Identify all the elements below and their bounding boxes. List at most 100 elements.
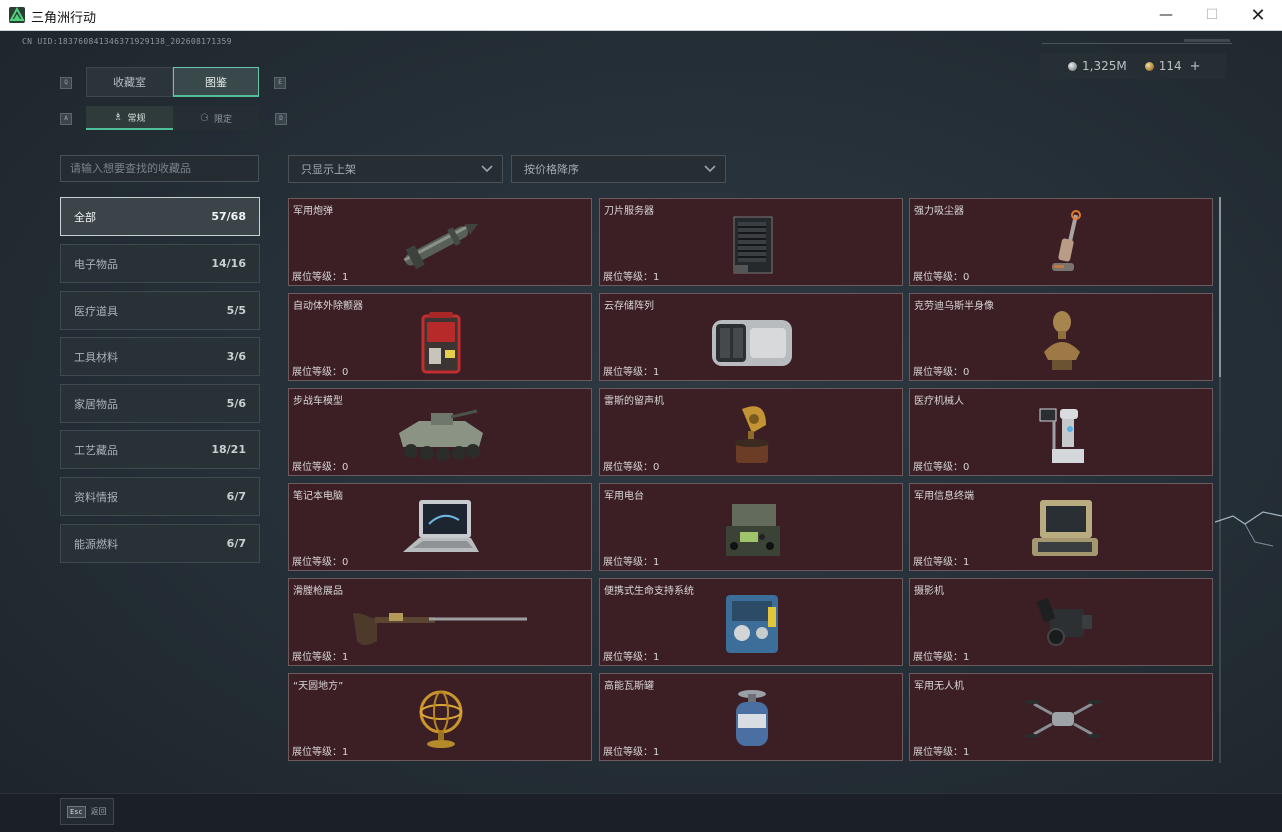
category-medical[interactable]: 医疗道具 5/5 xyxy=(60,291,260,330)
category-count: 6/7 xyxy=(226,490,246,503)
item-name: 自动体外除颤器 xyxy=(293,301,363,312)
category-count: 14/16 xyxy=(211,257,246,270)
item-card[interactable]: 军用无人机 展位等级：1 xyxy=(909,673,1213,761)
item-name: 医疗机械人 xyxy=(914,396,964,407)
category-crafts[interactable]: 工艺藏品 18/21 xyxy=(60,430,260,469)
gold-amount: 114 xyxy=(1158,59,1182,73)
item-name: 便携式生命支持系统 xyxy=(604,586,694,597)
item-card[interactable]: 高能瓦斯罐 展位等级：1 xyxy=(599,673,903,761)
item-name: 刀片服务器 xyxy=(604,206,654,217)
grid-scrollbar-thumb[interactable] xyxy=(1219,197,1221,377)
collection-screen: CN UID:18376084134637192913​8_2026081713… xyxy=(0,31,1282,832)
item-name: 高能瓦斯罐 xyxy=(604,681,654,692)
life-support-icon xyxy=(704,589,798,659)
vacuum-icon xyxy=(1014,209,1108,279)
window-title: 三角洲行动 xyxy=(31,11,97,26)
category-label: 医疗道具 xyxy=(74,304,118,318)
category-count: 5/6 xyxy=(226,397,246,410)
item-card[interactable]: 军用炮弹 展位等级：1 xyxy=(288,198,592,286)
item-card[interactable]: 军用电台 展位等级：1 xyxy=(599,483,903,571)
key-hint-a: A xyxy=(60,113,72,125)
item-card[interactable]: 刀片服务器 展位等级：1 xyxy=(599,198,903,286)
item-level: 展位等级：1 xyxy=(913,747,970,758)
bust-icon xyxy=(1014,304,1108,374)
category-count: 57/68 xyxy=(211,210,246,223)
item-name: 军用无人机 xyxy=(914,681,964,692)
defibrillator-icon xyxy=(393,304,487,374)
item-level: 展位等级：0 xyxy=(292,462,349,473)
header-divider xyxy=(1042,43,1232,44)
key-hint-q: Q xyxy=(60,77,72,89)
category-count: 5/5 xyxy=(226,304,246,317)
window-titlebar: 三角洲行动 — ☐ ✕ xyxy=(0,0,1282,31)
category-tools[interactable]: 工具材料 3/6 xyxy=(60,337,260,376)
close-button[interactable]: ✕ xyxy=(1235,0,1281,30)
item-name: 军用电台 xyxy=(604,491,644,502)
maximize-button[interactable]: ☐ xyxy=(1189,0,1235,30)
item-card[interactable]: 军用信息终端 展位等级：1 xyxy=(909,483,1213,571)
laptop-icon xyxy=(393,494,487,564)
subtab-regular[interactable]: ♗ 常规 xyxy=(86,106,173,130)
silver-amount: 1,325M xyxy=(1082,59,1127,73)
item-name: 克劳迪乌斯半身像 xyxy=(914,301,994,312)
key-hint-d: D xyxy=(275,113,287,125)
category-label: 工具材料 xyxy=(74,350,118,364)
musket-icon xyxy=(349,589,529,659)
player-uid: CN UID:18376084134637192913​8_2026081713… xyxy=(22,37,232,46)
item-card[interactable]: 克劳迪乌斯半身像 展位等级：0 xyxy=(909,293,1213,381)
item-name: 军用信息终端 xyxy=(914,491,974,502)
item-level: 展位等级：1 xyxy=(603,367,660,378)
item-level: 展位等级：1 xyxy=(603,557,660,568)
category-label: 资料情报 xyxy=(74,490,118,504)
terminal-icon xyxy=(1014,494,1108,564)
item-card[interactable]: 云存储阵列 展位等级：1 xyxy=(599,293,903,381)
category-electronics[interactable]: 电子物品 14/16 xyxy=(60,244,260,283)
item-card[interactable]: 步战车模型 展位等级：0 xyxy=(288,388,592,476)
item-card[interactable]: 摄影机 展位等级：1 xyxy=(909,578,1213,666)
item-name: 步战车模型 xyxy=(293,396,343,407)
chevron-down-icon xyxy=(480,163,494,178)
category-household[interactable]: 家居物品 5/6 xyxy=(60,384,260,423)
item-name: 摄影机 xyxy=(914,586,944,597)
item-level: 展位等级：1 xyxy=(292,747,349,758)
header-accent xyxy=(1184,39,1230,42)
item-level: 展位等级：0 xyxy=(603,462,660,473)
add-currency-button[interactable]: + xyxy=(1190,59,1201,74)
lightning-decoration xyxy=(1215,511,1282,547)
category-all[interactable]: 全部 57/68 xyxy=(60,197,260,236)
storage-array-icon xyxy=(704,304,798,374)
item-card[interactable]: 雷斯的留声机 展位等级：0 xyxy=(599,388,903,476)
back-button[interactable]: Esc 返回 xyxy=(60,798,114,825)
search-input[interactable] xyxy=(60,155,259,182)
item-level: 展位等级：1 xyxy=(292,652,349,663)
item-card[interactable]: 笔记本电脑 展位等级：0 xyxy=(288,483,592,571)
listing-filter-dropdown[interactable]: 只显示上架 xyxy=(288,155,503,183)
category-intel[interactable]: 资料情报 6/7 xyxy=(60,477,260,516)
category-energy[interactable]: 能源燃料 6/7 xyxy=(60,524,260,563)
item-card[interactable]: 便携式生命支持系统 展位等级：1 xyxy=(599,578,903,666)
subtab-regular-label: 常规 xyxy=(127,113,146,124)
item-card[interactable]: “天圆地方” 展位等级：1 xyxy=(288,673,592,761)
tab-collection-room[interactable]: 收藏室 xyxy=(86,67,173,97)
item-level: 展位等级：1 xyxy=(913,652,970,663)
drone-icon xyxy=(1014,684,1108,754)
item-level: 展位等级：0 xyxy=(292,557,349,568)
item-level: 展位等级：1 xyxy=(913,557,970,568)
item-name: 强力吸尘器 xyxy=(914,206,964,217)
subtab-limited[interactable]: ⚆ 限定 xyxy=(173,106,259,130)
item-level: 展位等级：1 xyxy=(603,652,660,663)
sort-dropdown[interactable]: 按价格降序 xyxy=(511,155,726,183)
item-card[interactable]: 自动体外除颤器 展位等级：0 xyxy=(288,293,592,381)
gold-coin-icon xyxy=(1144,61,1154,71)
tab-codex[interactable]: 图鉴 xyxy=(173,67,259,97)
server-icon xyxy=(704,209,798,279)
item-card[interactable]: 滑膛枪展品 展位等级：1 xyxy=(288,578,592,666)
item-card[interactable]: 强力吸尘器 展位等级：0 xyxy=(909,198,1213,286)
medical-robot-icon xyxy=(1014,399,1108,469)
item-card[interactable]: 医疗机械人 展位等级：0 xyxy=(909,388,1213,476)
armillary-sphere-icon xyxy=(393,684,487,754)
minimize-button[interactable]: — xyxy=(1143,0,1189,30)
item-name: 雷斯的留声机 xyxy=(604,396,664,407)
subtab-limited-label: 限定 xyxy=(213,114,232,125)
sort-value: 按价格降序 xyxy=(524,163,579,176)
